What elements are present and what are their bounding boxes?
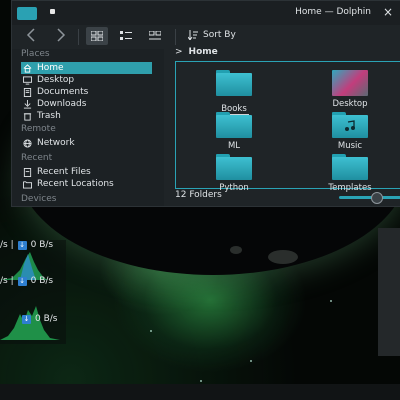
sidebar-item-label: Downloads bbox=[37, 99, 87, 109]
sidebar-item-label: Home bbox=[37, 63, 64, 73]
folder-icon bbox=[216, 154, 252, 180]
folder-icon bbox=[216, 70, 252, 96]
folder-icon bbox=[216, 112, 252, 138]
sidebar-item-desktop[interactable]: Desktop bbox=[21, 74, 160, 86]
title-bar[interactable]: Home — Dolphin × bbox=[12, 1, 400, 25]
toolbar-divider bbox=[78, 29, 79, 45]
upload-rate-unit: /s | bbox=[0, 240, 14, 250]
sort-by-label: Sort By bbox=[203, 30, 236, 40]
sort-icon bbox=[188, 30, 198, 40]
download-icon: ↓ bbox=[22, 314, 31, 324]
folder-item[interactable]: Desktop bbox=[315, 70, 385, 109]
documents-icon bbox=[23, 87, 32, 97]
recent-header: Recent bbox=[21, 153, 53, 163]
places-panel: Places Home Desktop Documents Downloads … bbox=[12, 49, 164, 206]
chevron-left-icon bbox=[26, 28, 35, 42]
sidebar-item-label: Recent Locations bbox=[37, 179, 114, 189]
download-icon: ↓ bbox=[17, 240, 27, 250]
wallpaper-star bbox=[250, 360, 252, 362]
breadcrumb-current[interactable]: Home bbox=[189, 47, 218, 57]
download-rate: 0 B/s bbox=[35, 314, 58, 324]
wallpaper-star bbox=[330, 300, 332, 302]
remote-header: Remote bbox=[21, 124, 56, 134]
folder-icon bbox=[332, 154, 368, 180]
folder-count: 12 Folders bbox=[175, 190, 222, 200]
folder-item[interactable]: Music bbox=[315, 112, 385, 151]
toolbar-divider bbox=[175, 29, 176, 45]
download-rate: 0 B/s bbox=[30, 276, 54, 286]
devices-header: Devices bbox=[21, 194, 57, 204]
downloads-icon bbox=[23, 99, 32, 109]
monitor-row-2: /s | ↓ 0 B/s bbox=[0, 276, 53, 286]
network-monitor-widget bbox=[0, 240, 66, 344]
taskbar[interactable] bbox=[0, 384, 400, 400]
download-rate: 0 B/s bbox=[30, 240, 54, 250]
zoom-slider[interactable] bbox=[339, 196, 400, 199]
folder-item[interactable]: Python bbox=[199, 154, 269, 193]
back-button[interactable] bbox=[26, 28, 36, 46]
sidebar-item-recent-files[interactable]: Recent Files bbox=[21, 166, 160, 178]
download-icon: ↓ bbox=[17, 276, 27, 286]
wallpaper-star bbox=[200, 380, 202, 382]
network-graph bbox=[0, 252, 60, 340]
breadcrumb-separator: > bbox=[175, 47, 183, 57]
icons-view-button[interactable] bbox=[86, 27, 108, 45]
folder-label: Desktop bbox=[332, 99, 368, 109]
compact-view-button[interactable] bbox=[115, 27, 137, 45]
sidebar-item-label: Desktop bbox=[37, 75, 75, 85]
folder-item[interactable]: Templates bbox=[315, 154, 385, 193]
details-view-icon bbox=[149, 31, 161, 40]
forward-button[interactable] bbox=[56, 28, 66, 46]
network-icon bbox=[23, 138, 32, 148]
sort-by-button[interactable]: Sort By bbox=[188, 30, 236, 40]
recent-locations-icon bbox=[23, 180, 32, 189]
sidebar-item-network[interactable]: Network bbox=[21, 137, 160, 149]
sidebar-item-trash[interactable]: Trash bbox=[21, 110, 160, 122]
folder-label: Music bbox=[337, 141, 363, 151]
dolphin-window: Home — Dolphin × Sort By Places Home Des… bbox=[11, 0, 400, 207]
folder-item[interactable]: Books bbox=[199, 70, 269, 115]
window-title: Home — Dolphin bbox=[295, 7, 371, 17]
breadcrumb[interactable]: > Home bbox=[175, 47, 218, 57]
monitor-row-3: ↓ 0 B/s bbox=[22, 314, 57, 324]
details-view-button[interactable] bbox=[144, 27, 166, 45]
toolbar: Sort By bbox=[12, 25, 400, 49]
wallpaper-asteroid bbox=[268, 250, 298, 264]
monitor-row-1: /s | ↓ 0 B/s bbox=[0, 240, 53, 250]
sidebar-item-documents[interactable]: Documents bbox=[21, 86, 160, 98]
desktop-icon bbox=[23, 75, 32, 85]
folder-view[interactable]: Books Desktop ML Music Python Templates bbox=[175, 61, 400, 193]
folder-item[interactable]: ML bbox=[199, 112, 269, 151]
sidebar-item-home[interactable]: Home bbox=[21, 62, 152, 74]
sidebar-item-label: Recent Files bbox=[37, 167, 91, 177]
wallpaper-star bbox=[150, 330, 152, 332]
icons-view-icon bbox=[91, 31, 103, 41]
wallpaper-asteroid bbox=[230, 246, 242, 254]
recent-files-icon bbox=[23, 167, 32, 177]
upload-rate-unit: /s | bbox=[0, 276, 14, 286]
trash-icon bbox=[23, 112, 32, 121]
music-folder-icon bbox=[332, 112, 368, 138]
side-panel-edge bbox=[378, 228, 400, 356]
home-icon bbox=[23, 63, 32, 73]
chevron-right-icon bbox=[57, 28, 66, 42]
status-bar: 12 Folders bbox=[175, 190, 400, 204]
places-header: Places bbox=[21, 49, 50, 59]
desktop-folder-icon bbox=[332, 70, 368, 96]
sidebar-item-label: Trash bbox=[37, 111, 61, 121]
sidebar-item-label: Network bbox=[37, 138, 75, 148]
zoom-slider-handle[interactable] bbox=[371, 192, 383, 204]
folder-label: ML bbox=[227, 141, 241, 151]
sidebar-item-downloads[interactable]: Downloads bbox=[21, 98, 160, 110]
close-icon[interactable]: × bbox=[383, 6, 393, 18]
sidebar-item-recent-locations[interactable]: Recent Locations bbox=[21, 178, 160, 190]
compact-view-icon bbox=[120, 31, 132, 40]
sidebar-item-label: Documents bbox=[37, 87, 89, 97]
